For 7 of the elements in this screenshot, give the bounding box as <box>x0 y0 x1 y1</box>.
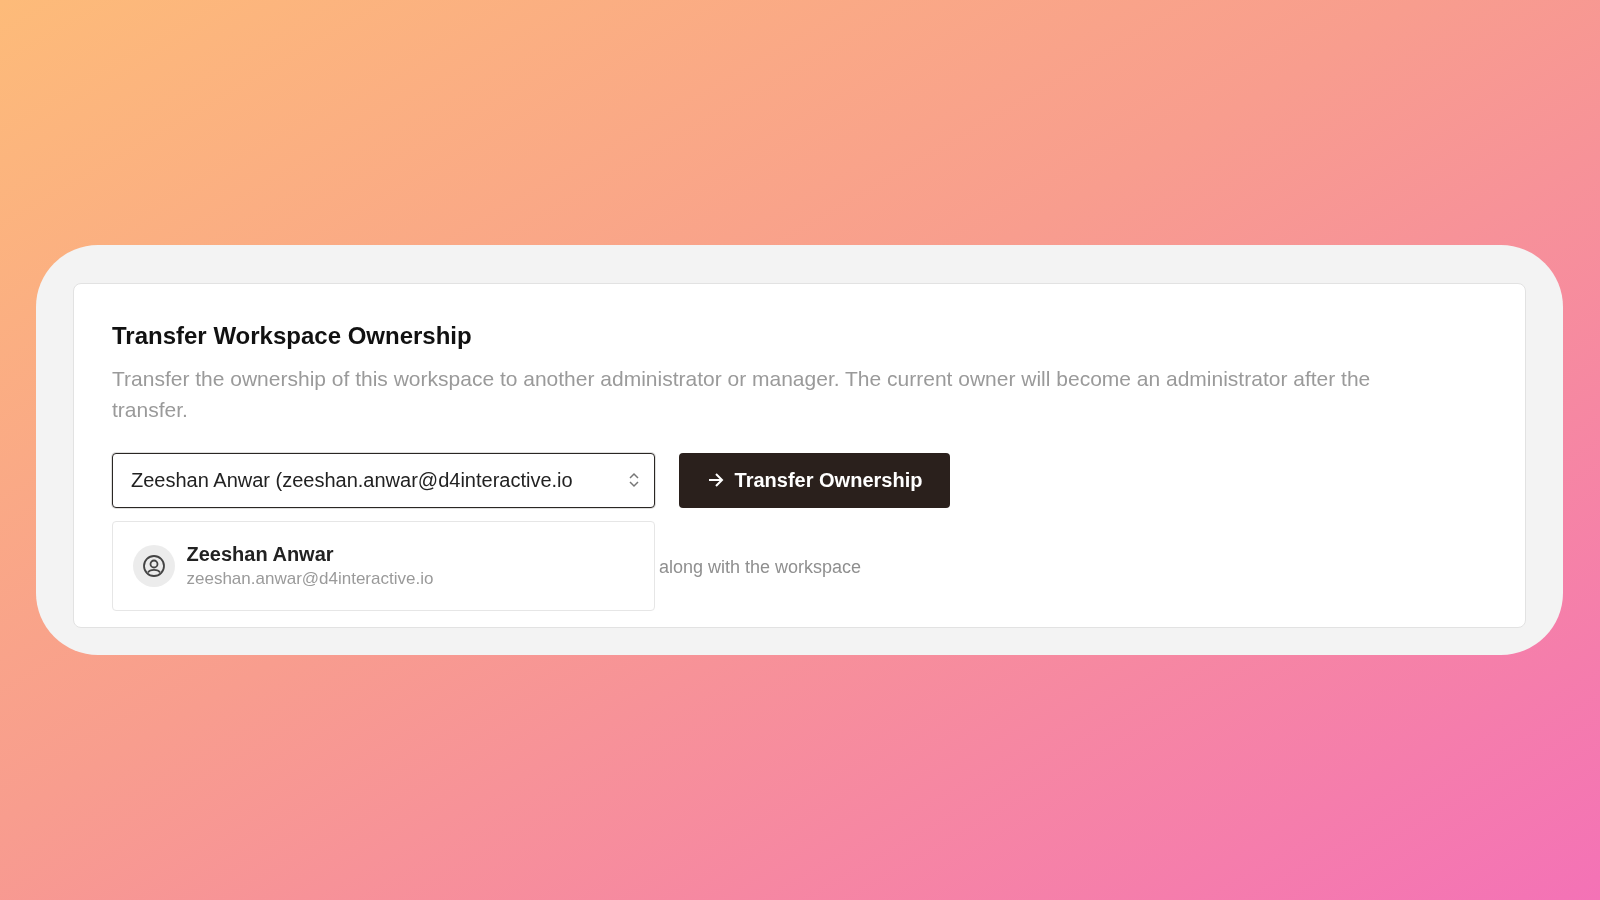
arrow-icon <box>706 472 725 489</box>
transfer-button[interactable]: Transfer Ownership <box>679 452 950 508</box>
member-option[interactable]: Zeeshan Anwar zeeshan.anwar@d4interactive.io <box>111 520 655 611</box>
hint-text: along with the workspace <box>659 555 862 579</box>
chevron-icon <box>628 471 640 490</box>
section-description: Transfer the ownership of this workspace to another administrator or manager. The current owner will become an administrator after the transfer. <box>112 365 1372 423</box>
section-title: Transfer Workspace Ownership <box>112 322 473 351</box>
